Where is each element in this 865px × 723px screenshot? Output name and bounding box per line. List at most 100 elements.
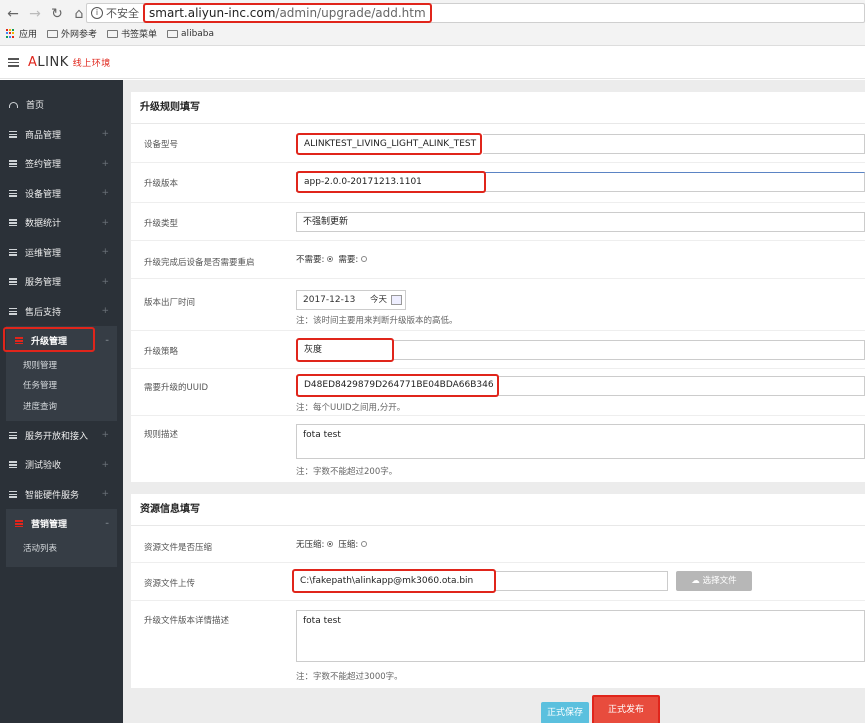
- field-label: 设备型号: [144, 140, 179, 150]
- calendar-icon[interactable]: [391, 295, 402, 305]
- sidebar-subitem-rules[interactable]: 规则管理: [6, 356, 117, 377]
- reload-icon[interactable]: ↻: [50, 6, 64, 22]
- radio-compress[interactable]: [361, 541, 368, 547]
- publish-button[interactable]: 正式发布: [592, 695, 660, 723]
- description-textarea[interactable]: fota test: [296, 424, 865, 459]
- sidebar-item-label: 商品管理: [25, 130, 62, 141]
- list-icon: [9, 490, 17, 498]
- expand-icon[interactable]: +: [101, 159, 109, 169]
- upgrade-version-input[interactable]: app-2.0.0-20171213.1101: [296, 171, 486, 193]
- sidebar-subitem-progress[interactable]: 进度查询: [6, 397, 117, 421]
- sidebar-item-products[interactable]: 商品管理 +: [0, 120, 123, 150]
- radio-label: 无压缩:: [296, 540, 325, 550]
- logo-main: LINK: [37, 55, 69, 70]
- sidebar-group-upgrade: 升级管理 - 规则管理 任务管理 进度查询: [3, 326, 117, 421]
- sidebar-item-open-service[interactable]: 服务开放和接入 +: [0, 421, 123, 451]
- sidebar-item-label: 运维管理: [25, 248, 62, 259]
- field-note: 注：字数不能超过200字。: [296, 467, 398, 477]
- sidebar-subitem-tasks[interactable]: 任务管理: [6, 376, 117, 397]
- today-link[interactable]: 今天: [370, 291, 387, 309]
- upload-path-input[interactable]: C:\fakepath\alinkapp@mk3060.ota.bin: [292, 569, 496, 593]
- row-uuid: 需要升级的UUID D48ED8429879D264771BE04BDA66B3…: [131, 369, 865, 416]
- bookmark-apps[interactable]: 应用: [6, 27, 37, 40]
- list-icon: [9, 219, 17, 227]
- reboot-radio-group: 不需要: 需要:: [296, 253, 370, 265]
- address-bar[interactable]: i 不安全 smart.aliyun-inc.com/admin/upgrade…: [86, 3, 865, 23]
- radio-reboot[interactable]: [361, 256, 368, 262]
- row-upgrade-type: 升级类型 不强制更新: [131, 203, 865, 241]
- list-icon: [9, 278, 17, 286]
- list-icon: [9, 307, 17, 315]
- list-icon: [9, 461, 17, 469]
- sidebar-item-devices[interactable]: 设备管理 +: [0, 179, 123, 209]
- list-icon: [15, 520, 23, 528]
- upgrade-type-select[interactable]: 不强制更新: [296, 212, 865, 232]
- expand-icon[interactable]: +: [101, 188, 109, 198]
- folder-icon: [107, 29, 119, 38]
- list-icon: [9, 130, 17, 138]
- back-icon[interactable]: ←: [6, 6, 20, 22]
- save-button[interactable]: 正式保存: [541, 702, 589, 723]
- sidebar-item-label: 数据统计: [25, 219, 62, 230]
- detail-textarea[interactable]: fota test: [296, 610, 865, 662]
- menu-icon[interactable]: [8, 58, 19, 67]
- expand-icon[interactable]: +: [101, 460, 109, 470]
- choose-file-button[interactable]: ☁ 选择文件: [676, 571, 752, 591]
- forward-icon[interactable]: →: [28, 6, 42, 22]
- collapse-icon[interactable]: -: [105, 336, 109, 346]
- field-label: 规则描述: [144, 430, 179, 440]
- dashboard-icon: [9, 101, 18, 108]
- radio-no-compress[interactable]: [327, 541, 334, 547]
- bookmarks-bar: 应用 外网参考 书签菜单 alibaba: [6, 27, 214, 40]
- bookmark-folder[interactable]: 外网参考: [47, 27, 97, 40]
- sidebar-item-services[interactable]: 服务管理 +: [0, 267, 123, 297]
- expand-icon[interactable]: +: [101, 129, 109, 139]
- expand-icon[interactable]: +: [101, 489, 109, 499]
- field-label: 需要升级的UUID: [144, 383, 208, 393]
- sidebar-item-contracts[interactable]: 签约管理 +: [0, 149, 123, 179]
- sidebar-item-label: 测试验收: [25, 461, 62, 472]
- section-title: 升级规则填写: [131, 92, 865, 124]
- row-detail: 升级文件版本详情描述 fota test 注：字数不能超过3000字。: [131, 601, 865, 688]
- radio-no-reboot[interactable]: [327, 256, 334, 262]
- sidebar-subitem-activities[interactable]: 活动列表: [6, 539, 117, 567]
- field-note: 注：每个UUID之间用,分开。: [296, 403, 406, 413]
- collapse-icon[interactable]: -: [105, 519, 109, 529]
- sidebar-item-hardware[interactable]: 智能硬件服务 +: [0, 480, 123, 510]
- sidebar-item-testing[interactable]: 测试验收 +: [0, 450, 123, 480]
- home-icon[interactable]: ⌂: [72, 6, 86, 22]
- info-icon[interactable]: i: [91, 7, 103, 19]
- sidebar-item-upgrade[interactable]: 升级管理 -: [0, 326, 117, 356]
- bookmark-folder[interactable]: 书签菜单: [107, 27, 157, 40]
- sidebar-item-aftersales[interactable]: 售后支持 +: [0, 297, 123, 327]
- sidebar-item-stats[interactable]: 数据统计 +: [0, 208, 123, 238]
- expand-icon[interactable]: +: [101, 218, 109, 228]
- sidebar-item-label: 首页: [26, 101, 45, 112]
- device-model-input[interactable]: ALINKTEST_LIVING_LIGHT_ALINK_TEST: [296, 133, 482, 155]
- radio-label: 压缩:: [338, 540, 359, 550]
- release-date-input[interactable]: 2017-12-13 今天: [296, 290, 406, 310]
- row-release-time: 版本出厂时间 2017-12-13 今天 注：该时间主要用来判断升级版本的高低。: [131, 279, 865, 331]
- sidebar-item-home[interactable]: 首页: [0, 90, 123, 120]
- bookmark-label: 书签菜单: [121, 30, 158, 40]
- sidebar-item-label: 签约管理: [25, 160, 62, 171]
- row-description: 规则描述 fota test 注：字数不能超过200字。: [131, 416, 865, 482]
- url-text[interactable]: smart.aliyun-inc.com/admin/upgrade/add.h…: [143, 3, 432, 23]
- bookmark-label: 外网参考: [61, 30, 98, 40]
- sidebar-item-label: 服务开放和接入: [25, 431, 89, 442]
- field-label: 升级策略: [144, 347, 179, 357]
- button-label: 选择文件: [702, 576, 737, 586]
- expand-icon[interactable]: +: [101, 306, 109, 316]
- field-label: 版本出厂时间: [144, 298, 196, 308]
- expand-icon[interactable]: +: [101, 247, 109, 257]
- expand-icon[interactable]: +: [101, 277, 109, 287]
- sidebar-item-marketing[interactable]: 营销管理 -: [0, 509, 117, 539]
- sidebar: 首页 商品管理 + 签约管理 + 设备管理 + 数据统计 + 运维管理 + 服务管理 + 售…: [0, 80, 123, 723]
- date-value: 2017-12-13: [303, 295, 356, 305]
- upload-cloud-icon: ☁: [691, 576, 703, 586]
- expand-icon[interactable]: +: [101, 430, 109, 440]
- bookmark-folder[interactable]: alibaba: [167, 29, 214, 39]
- sidebar-item-ops[interactable]: 运维管理 +: [0, 238, 123, 268]
- uuid-input[interactable]: D48ED8429879D264771BE04BDA66B346: [296, 374, 499, 397]
- strategy-select[interactable]: 灰度: [296, 338, 394, 362]
